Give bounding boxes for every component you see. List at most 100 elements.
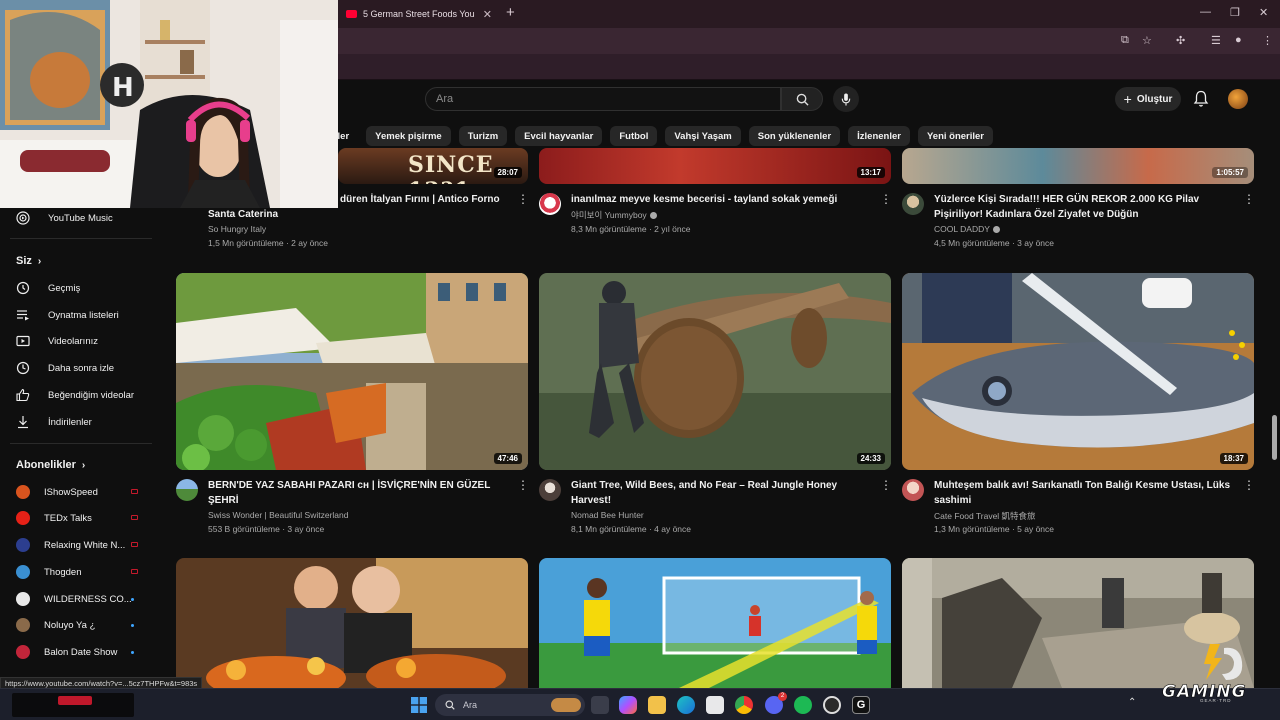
sidebar-item-liked-videos[interactable]: Beğendiğim videolar: [16, 385, 156, 405]
edge-browser-icon[interactable]: [677, 696, 695, 714]
browser-tab[interactable]: 5 German Street Foods You Mu ✕: [340, 3, 498, 25]
sidebar-item-label: Oynatma listeleri: [48, 309, 119, 321]
subscription-thogden[interactable]: Thogden: [16, 562, 156, 582]
subscription-label: IShowSpeed: [44, 486, 98, 498]
chrome-browser-icon[interactable]: [735, 696, 753, 714]
obs-icon[interactable]: [823, 696, 841, 714]
extensions-icon[interactable]: ✣: [1176, 34, 1185, 47]
video-more-options-icon[interactable]: ⋮: [517, 193, 529, 207]
windows-start-icon[interactable]: [411, 697, 427, 713]
taskbar-search-label: Ara: [463, 700, 478, 710]
subscription-balon-date-show[interactable]: Balon Date Show: [16, 642, 156, 662]
channel-name[interactable]: So Hungry Italy: [208, 224, 266, 234]
video-more-options-icon[interactable]: ⋮: [1243, 193, 1255, 207]
search-button[interactable]: [781, 87, 823, 111]
video-title[interactable]: inanılmaz meyve kesme becerisi - tayland…: [571, 192, 881, 207]
subscription-noluyo-ya[interactable]: Noluyo Ya ¿: [16, 615, 156, 635]
g-app-icon[interactable]: G: [852, 696, 870, 714]
spotify-icon[interactable]: [794, 696, 812, 714]
store-icon[interactable]: [706, 696, 724, 714]
chip-yeni-oneriler[interactable]: Yeni öneriler: [917, 126, 994, 146]
voice-search-button[interactable]: [833, 86, 859, 112]
sidebar-you-heading[interactable]: Siz ›: [16, 255, 41, 267]
subscription-relaxing-white-noise[interactable]: Relaxing White N...: [16, 535, 156, 555]
video-more-options-icon[interactable]: ⋮: [1243, 479, 1255, 493]
subscription-tedx-talks[interactable]: TEDx Talks: [16, 508, 156, 528]
reading-list-icon[interactable]: ☰: [1211, 34, 1221, 47]
subscription-ishowspeed[interactable]: IShowSpeed: [16, 482, 156, 502]
close-window-button[interactable]: ✕: [1259, 6, 1268, 19]
search-input[interactable]: Ara: [425, 87, 781, 111]
sidebar-item-playlists[interactable]: Oynatma listeleri: [16, 305, 156, 325]
account-avatar[interactable]: [1228, 89, 1248, 109]
video-title-line: inanılmaz meyve kesme becerisi - tayland…: [571, 194, 838, 205]
channel-name[interactable]: Cate Food Travel 凱特食旅: [934, 510, 1036, 522]
chip-evcil-hayvanlar[interactable]: Evcil hayvanlar: [515, 126, 603, 146]
channel-name[interactable]: COOL DADDY: [934, 224, 1000, 234]
browser-menu-icon[interactable]: ⋮: [1262, 34, 1273, 47]
video-title-line: Yüzlerce Kişi Sırada!!! HER GÜN REKOR 2.…: [934, 194, 1200, 205]
channel-avatar[interactable]: [902, 479, 924, 501]
video-more-options-icon[interactable]: ⋮: [517, 479, 529, 493]
task-view-icon[interactable]: [591, 696, 609, 714]
video-title-line: Giant Tree, Wild Bees, and No Fear – Rea…: [571, 480, 838, 491]
video-thumbnail[interactable]: [176, 558, 528, 688]
channel-avatar[interactable]: [539, 479, 561, 501]
video-more-options-icon[interactable]: ⋮: [880, 193, 892, 207]
video-duration: 13:17: [856, 167, 885, 178]
video-thumbnail[interactable]: 1:05:57: [902, 148, 1254, 184]
chip-turizm[interactable]: Turizm: [458, 126, 508, 146]
profile-icon[interactable]: ●: [1235, 34, 1242, 46]
discord-icon[interactable]: 2: [765, 692, 787, 714]
chip-izlenenler[interactable]: İzlenenler: [848, 126, 910, 146]
tray-chevron-icon[interactable]: ⌃: [1128, 697, 1136, 708]
video-thumbnail[interactable]: 24:33: [539, 273, 891, 470]
chip-son-yuklenenler[interactable]: Son yüklenenler: [748, 126, 841, 146]
chip-futbol[interactable]: Futbol: [610, 126, 658, 146]
channel-name[interactable]: 야미보이 Yummyboy: [571, 209, 657, 221]
channel-avatar: [16, 565, 30, 579]
channel-name-text: 야미보이 Yummyboy: [571, 210, 647, 220]
page-scrollbar-thumb[interactable]: [1272, 415, 1277, 460]
svg-text:H: H: [112, 73, 134, 103]
file-explorer-icon[interactable]: [648, 696, 666, 714]
sidebar-item-your-videos[interactable]: Videolarınız: [16, 331, 156, 351]
new-tab-button[interactable]: +: [506, 4, 515, 21]
channel-avatar[interactable]: [539, 193, 561, 215]
create-button[interactable]: + Oluştur: [1115, 87, 1181, 111]
video-title[interactable]: Muhteşem balık avı! Sarıkanatlı Ton Balı…: [934, 478, 1244, 508]
channel-name[interactable]: Nomad Bee Hunter: [571, 510, 644, 520]
channel-avatar: [16, 645, 30, 659]
video-thumbnail[interactable]: 13:17: [539, 148, 891, 184]
sidebar-item-history[interactable]: Geçmiş: [16, 278, 156, 298]
subscription-wilderness[interactable]: WILDERNESS CO...: [16, 589, 156, 609]
your-videos-icon: [16, 334, 30, 348]
sidebar-item-watch-later[interactable]: Daha sonra izle: [16, 358, 156, 378]
video-thumbnail[interactable]: SINCE 13?1 28:07: [338, 148, 528, 184]
video-title[interactable]: Yüzlerce Kişi Sırada!!! HER GÜN REKOR 2.…: [934, 192, 1244, 222]
video-title-line: ŞEHRİ: [208, 495, 239, 506]
tab-close-icon[interactable]: ✕: [483, 8, 492, 21]
video-more-options-icon[interactable]: ⋮: [880, 479, 892, 493]
channel-avatar[interactable]: [902, 193, 924, 215]
maximize-button[interactable]: ❐: [1230, 6, 1240, 19]
notifications-bell-icon[interactable]: [1193, 90, 1209, 108]
taskbar-search[interactable]: Ara: [435, 694, 585, 716]
copilot-icon[interactable]: [619, 696, 637, 714]
chip-yemek-pisirme[interactable]: Yemek pişirme: [366, 126, 451, 146]
sidebar-item-youtube-music[interactable]: YouTube Music: [16, 208, 156, 228]
chip-vahsi-yasam[interactable]: Vahşi Yaşam: [665, 126, 741, 146]
channel-name[interactable]: Swiss Wonder | Beautiful Switzerland: [208, 510, 348, 520]
video-thumbnail[interactable]: 18:37: [902, 273, 1254, 470]
sidebar-subscriptions-heading[interactable]: Abonelikler ›: [16, 459, 85, 471]
sidebar-item-downloads[interactable]: İndirilenler: [16, 412, 156, 432]
video-thumbnail[interactable]: [539, 558, 891, 688]
video-title[interactable]: Giant Tree, Wild Bees, and No Fear – Rea…: [571, 478, 881, 508]
video-thumbnail[interactable]: 47:46: [176, 273, 528, 470]
bookmark-star-icon[interactable]: ☆: [1142, 34, 1152, 47]
video-title[interactable]: BERN'DE YAZ SABAHI PAZARI ᴄʜ | İSVİÇRE'N…: [208, 478, 518, 508]
cast-icon[interactable]: ⧉: [1121, 34, 1129, 47]
minimize-button[interactable]: —: [1200, 6, 1211, 18]
screen: 5 German Street Foods You Mu ✕ + — ❐ ✕ ⧉…: [0, 0, 1280, 720]
channel-avatar[interactable]: [176, 479, 198, 501]
